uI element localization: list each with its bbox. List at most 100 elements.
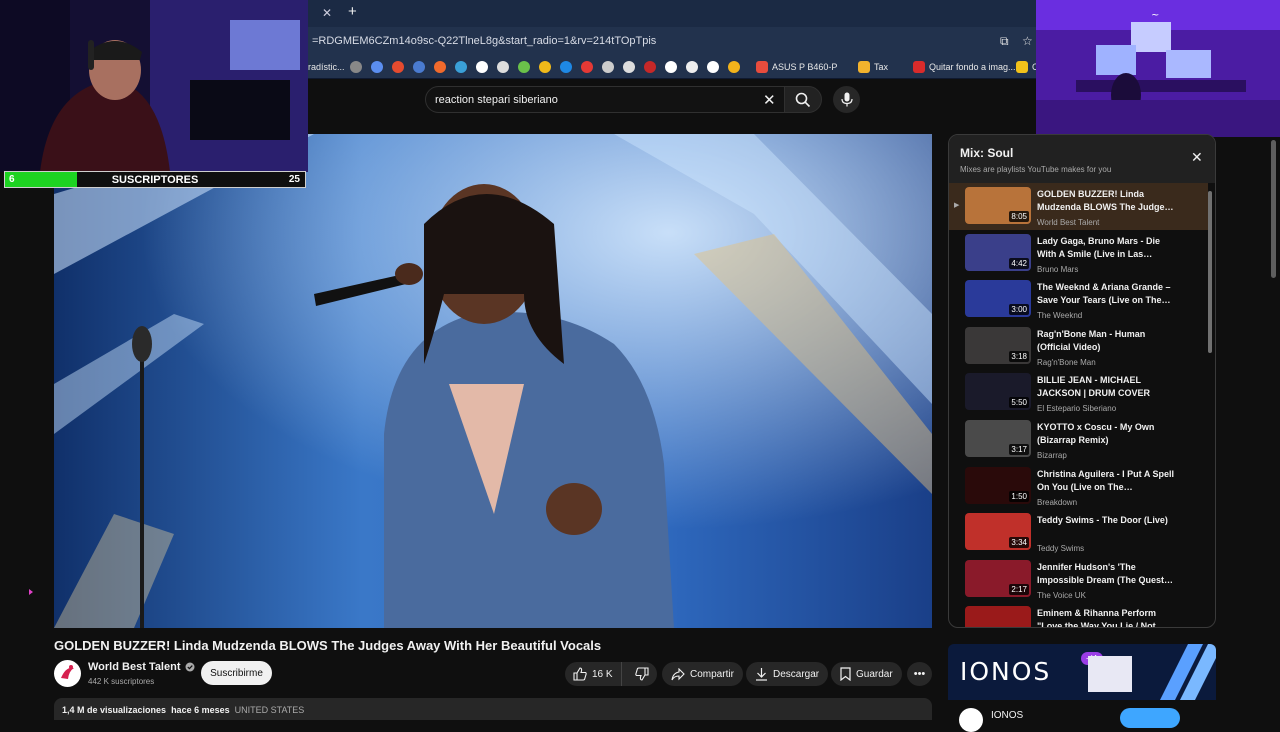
bookmark-favicon-icon[interactable] (707, 61, 719, 73)
bookmark-favicon-icon[interactable] (518, 61, 530, 73)
room-webcam-image: ~ (1036, 0, 1280, 137)
bookmark-favicon-icon[interactable] (497, 61, 509, 73)
save-button[interactable]: Guardar (831, 662, 902, 686)
playlist-item[interactable]: ▶ 8:05 GOLDEN BUZZER! Linda Mudzenda BLOWS… (949, 183, 1208, 230)
playlist-item-channel: The Weeknd (1037, 311, 1083, 321)
channel-name[interactable]: World Best Talent (88, 661, 195, 673)
bookmark-favicon-icon[interactable] (728, 61, 740, 73)
bookmark-star-icon[interactable]: ☆ (1022, 34, 1033, 48)
playlist-item[interactable]: 3:18 Rag'n'Bone Man - Human (Official Vid… (949, 323, 1208, 370)
channel-avatar[interactable] (54, 660, 81, 687)
bookmark-favicon-icon[interactable] (476, 61, 488, 73)
playlist-item[interactable]: 3:34 Teddy Swims - The Door (Live) Teddy S… (949, 509, 1208, 556)
playlist-item-title[interactable]: BILLIE JEAN - MICHAEL JACKSON | DRUM COV… (1037, 374, 1177, 400)
clear-search-icon[interactable]: ✕ (763, 91, 776, 109)
playlist-item[interactable]: 1:50 Christina Aguilera - I Put A Spell O… (949, 463, 1208, 510)
verified-icon (185, 662, 194, 672)
playlist-item-thumbnail[interactable]: 4:42 (965, 233, 1031, 271)
bookmark-item[interactable]: Quitar fondo a imag... (913, 60, 1016, 74)
bookmark-item[interactable]: radístic... (308, 60, 345, 74)
subscriber-goal-bar: 6 SUSCRIPTORES 25 (4, 171, 306, 188)
page-scrollbar[interactable] (1271, 140, 1276, 278)
playlist-item-channel: World Best Talent (1037, 218, 1100, 227)
install-app-icon[interactable]: ⧉ (1000, 34, 1009, 49)
playlist-item[interactable]: 4:42 Lady Gaga, Bruno Mars - Die With A S… (949, 230, 1208, 277)
bookmark-favicon-icon[interactable] (665, 61, 677, 73)
tax-icon (858, 61, 870, 73)
description-box[interactable]: 1,4 M de visualizaciones hace 6 meses UN… (54, 698, 932, 720)
playlist-item-title[interactable]: The Weeknd & Ariana Grande – Save Your T… (1037, 281, 1177, 307)
video-player[interactable] (54, 134, 932, 628)
playlist-item[interactable]: Eminem & Rihanna Perform "Love the Way Y… (949, 602, 1208, 627)
bookmark-favicon-icon[interactable] (602, 61, 614, 73)
close-tab-icon[interactable]: ✕ (322, 6, 332, 20)
playlist-item-thumbnail[interactable]: 3:34 (965, 513, 1031, 551)
playlist-item-title[interactable]: Eminem & Rihanna Perform "Love the Way Y… (1037, 607, 1177, 627)
playlist-item-thumbnail[interactable]: 3:17 (965, 419, 1031, 457)
search-button[interactable] (784, 86, 822, 113)
bookmark-favicon-icon[interactable] (455, 61, 467, 73)
playlist-item[interactable]: 3:17 KYOTTO x Coscu - My Own (Bizarrap Re… (949, 416, 1208, 463)
playlist-item-title[interactable]: Lady Gaga, Bruno Mars - Die With A Smile… (1037, 235, 1177, 261)
playlist-subtitle: Mixes are playlists YouTube makes for yo… (960, 165, 1112, 174)
like-button[interactable]: 16 K (565, 662, 622, 686)
bookmark-favicon-icon[interactable] (623, 61, 635, 73)
bookmark-item[interactable]: Tax (858, 60, 888, 74)
advertiser-avatar (959, 708, 983, 732)
playlist-item-thumbnail[interactable]: 2:17 (965, 559, 1031, 597)
playlist-item-title[interactable]: GOLDEN BUZZER! Linda Mudzenda BLOWS The … (1037, 188, 1177, 214)
bookmark-favicon-icon[interactable] (686, 61, 698, 73)
bookmark-favicon-icon[interactable] (581, 61, 593, 73)
playlist-item-title[interactable]: Teddy Swims - The Door (Live) (1037, 514, 1177, 527)
playlist-item-thumbnail[interactable]: 3:00 (965, 280, 1031, 318)
bookmark-icon (840, 667, 851, 681)
playlist-items: ▶ 8:05 GOLDEN BUZZER! Linda Mudzenda BLOWS… (949, 183, 1208, 627)
close-playlist-icon[interactable]: ✕ (1191, 149, 1203, 166)
download-button[interactable]: Descargar (746, 662, 829, 686)
search-input[interactable]: reaction stepari siberiano ✕ (425, 86, 789, 113)
bookmark-favicon-icon[interactable] (539, 61, 551, 73)
new-tab-button[interactable]: + (348, 3, 357, 20)
bookmark-favicon-icon[interactable] (560, 61, 572, 73)
playlist-item-thumbnail[interactable]: 3:18 (965, 326, 1031, 364)
bookmark-favicon-icon[interactable] (392, 61, 404, 73)
download-icon (756, 668, 767, 681)
playlist-title[interactable]: Mix: Soul (960, 146, 1013, 160)
search-query[interactable]: reaction stepari siberiano (435, 94, 558, 106)
playlist-item-thumbnail[interactable]: 1:50 (965, 466, 1031, 504)
video-location[interactable]: UNITED STATES (235, 705, 305, 715)
playlist-item-title[interactable]: Rag'n'Bone Man - Human (Official Video) (1037, 328, 1177, 354)
ad-cta-button[interactable] (1120, 708, 1180, 728)
more-actions-button[interactable]: ••• (907, 662, 932, 686)
bookmark-favicon-icon[interactable] (371, 61, 383, 73)
dislike-button[interactable] (627, 662, 657, 686)
search-icon (795, 92, 811, 107)
bookmark-favicon-icon[interactable] (434, 61, 446, 73)
playlist-item-thumbnail[interactable] (965, 606, 1031, 627)
bookmark-item[interactable]: ASUS P B460-P (756, 60, 837, 74)
bookmark-favicon-icon[interactable] (413, 61, 425, 73)
playlist-item-duration: 3:18 (1009, 350, 1029, 362)
playlist-item-duration: 4:42 (1009, 257, 1029, 269)
address-bar[interactable]: =RDGMEM6CZm14o9sc-Q22TlneL8g&start_radio… (308, 27, 1036, 55)
playlist-item-thumbnail[interactable]: 5:50 (965, 373, 1031, 411)
playlist-item-title[interactable]: Christina Aguilera - I Put A Spell On Yo… (1037, 468, 1177, 494)
playlist-item[interactable]: 2:17 Jennifer Hudson's 'The Impossible Dr… (949, 556, 1208, 603)
share-button[interactable]: Compartir (662, 662, 743, 686)
playlist-item-duration: 8:05 (1009, 211, 1029, 222)
subscribe-button[interactable]: Suscribirme (201, 661, 272, 685)
playlist-scrollbar[interactable] (1208, 191, 1212, 353)
playlist-item[interactable]: 5:50 BILLIE JEAN - MICHAEL JACKSON | DRUM… (949, 369, 1208, 416)
streamer-webcam (0, 0, 308, 172)
bookmark-favicon-icon[interactable] (644, 61, 656, 73)
bookmark-favicon-icon[interactable] (350, 61, 362, 73)
playlist-item-title[interactable]: KYOTTO x Coscu - My Own (Bizarrap Remix) (1037, 421, 1177, 447)
video-title: GOLDEN BUZZER! Linda Mudzenda BLOWS The … (54, 638, 602, 653)
playlist-item[interactable]: 3:00 The Weeknd & Ariana Grande – Save Yo… (949, 276, 1208, 323)
voice-search-button[interactable] (833, 86, 860, 113)
playlist-item-title[interactable]: Jennifer Hudson's 'The Impossible Dream … (1037, 561, 1177, 587)
playlist-item-thumbnail[interactable]: 8:05 (965, 187, 1031, 224)
url-text[interactable]: =RDGMEM6CZm14o9sc-Q22TlneL8g&start_radio… (312, 35, 656, 47)
channel-logo-icon (54, 660, 81, 687)
screen: ✕ + =RDGMEM6CZm14o9sc-Q22TlneL8g&start_r… (0, 0, 1280, 732)
